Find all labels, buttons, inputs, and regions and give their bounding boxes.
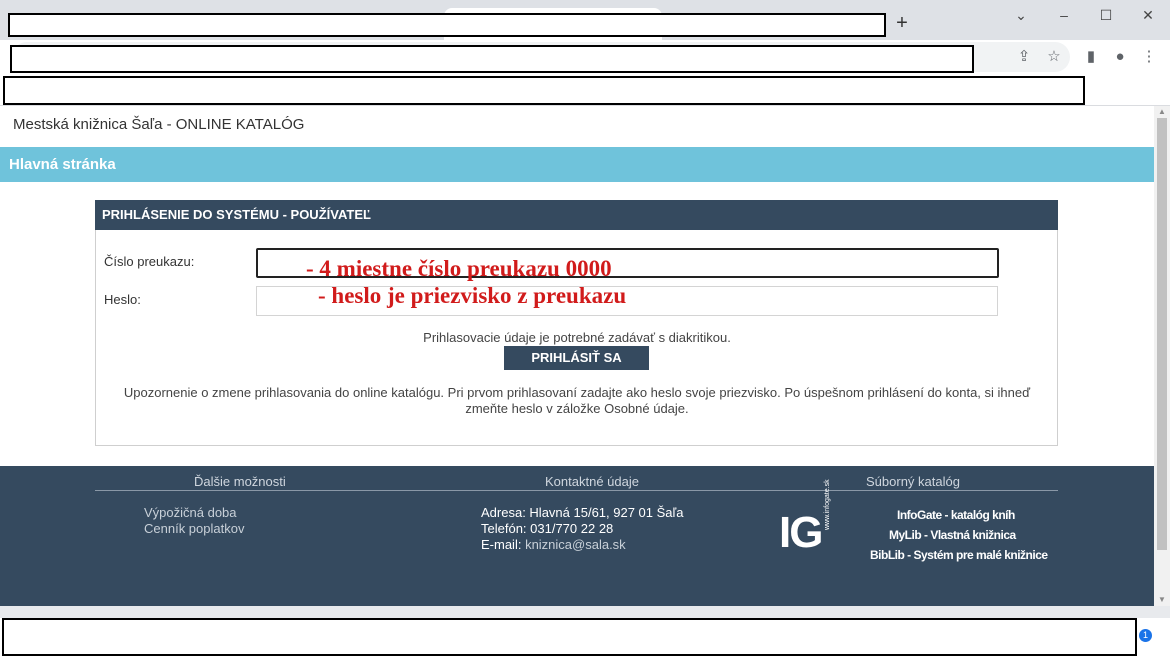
- infogate-url-vertical: www.infogate.sk: [824, 479, 831, 530]
- password-label: Heslo:: [104, 292, 141, 307]
- footer-email-line: E-mail: kniznica@sala.sk: [481, 537, 626, 552]
- redacted-tab-area: [8, 13, 886, 37]
- footer-phone: Telefón: 031/770 22 28: [481, 521, 614, 536]
- browser-menu-icon[interactable]: ⋮: [1138, 46, 1160, 68]
- footer-address: Adresa: Hlavná 15/61, 927 01 Šaľa: [481, 505, 684, 520]
- close-icon[interactable]: ✕: [1126, 4, 1170, 26]
- footer-link-fees[interactable]: Cenník poplatkov: [144, 521, 244, 536]
- card-number-annotation: - 4 miestne číslo preukazu 0000: [306, 256, 612, 281]
- product-mylib-link[interactable]: MyLib - Vlastná knižnica: [889, 528, 1016, 542]
- card-number-label: Číslo preukazu:: [104, 254, 195, 269]
- diacritics-note: Prihlasovacie údaje je potrebné zadávať …: [423, 330, 731, 345]
- maximize-icon[interactable]: ☐: [1084, 4, 1128, 26]
- login-button[interactable]: PRIHLÁSIŤ SA: [504, 346, 649, 370]
- footer-email-label: E-mail:: [481, 537, 526, 552]
- password-annotation: - heslo je priezvisko z preukazu: [318, 283, 627, 308]
- nav-home-link[interactable]: Hlavná stránka: [9, 156, 116, 173]
- login-panel-title: PRIHLÁSENIE DO SYSTÉMU - POUŽÍVATEĽ: [102, 207, 371, 222]
- scroll-up-icon[interactable]: ▲: [1154, 106, 1170, 118]
- redacted-address-area: [10, 45, 974, 73]
- notification-badge[interactable]: 1: [1139, 629, 1152, 642]
- bookmark-star-icon[interactable]: ☆: [1043, 46, 1065, 68]
- footer-contact-title: Kontaktné údaje: [545, 474, 639, 489]
- tab-search-icon[interactable]: ⌄: [999, 4, 1043, 26]
- product-biblib-link[interactable]: BibLib - Systém pre malé knižnice: [870, 548, 1048, 562]
- main-nav-bar: [0, 147, 1154, 182]
- scroll-down-icon[interactable]: ▼: [1154, 594, 1170, 606]
- redacted-bookmarks-area: [3, 76, 1085, 105]
- login-change-warning: Upozornenie o zmene prihlasovania do onl…: [123, 385, 1031, 416]
- scrollbar-thumb[interactable]: [1157, 118, 1167, 550]
- site-title: Mestská knižnica Šaľa - ONLINE KATALÓG: [13, 116, 305, 133]
- footer-catalog-title: Súborný katalóg: [866, 474, 960, 489]
- footer-link-loan-period[interactable]: Výpožičná doba: [144, 505, 237, 520]
- footer-options-title: Ďalšie možnosti: [194, 474, 286, 489]
- product-infogate-link[interactable]: InfoGate - katalóg kníh: [897, 508, 1015, 522]
- footer-email-link[interactable]: kniznica@sala.sk: [525, 537, 626, 552]
- footer-divider: [95, 490, 1058, 491]
- minimize-icon[interactable]: –: [1042, 4, 1086, 26]
- share-icon[interactable]: ⇪: [1013, 46, 1035, 68]
- taskbar-strip: [0, 606, 1170, 618]
- redacted-bottom-area: [2, 618, 1137, 656]
- profile-icon[interactable]: ●: [1109, 46, 1131, 68]
- new-tab-icon[interactable]: +: [892, 10, 912, 36]
- infogate-logo[interactable]: IG: [779, 511, 823, 555]
- side-panel-icon[interactable]: ▮: [1080, 46, 1102, 68]
